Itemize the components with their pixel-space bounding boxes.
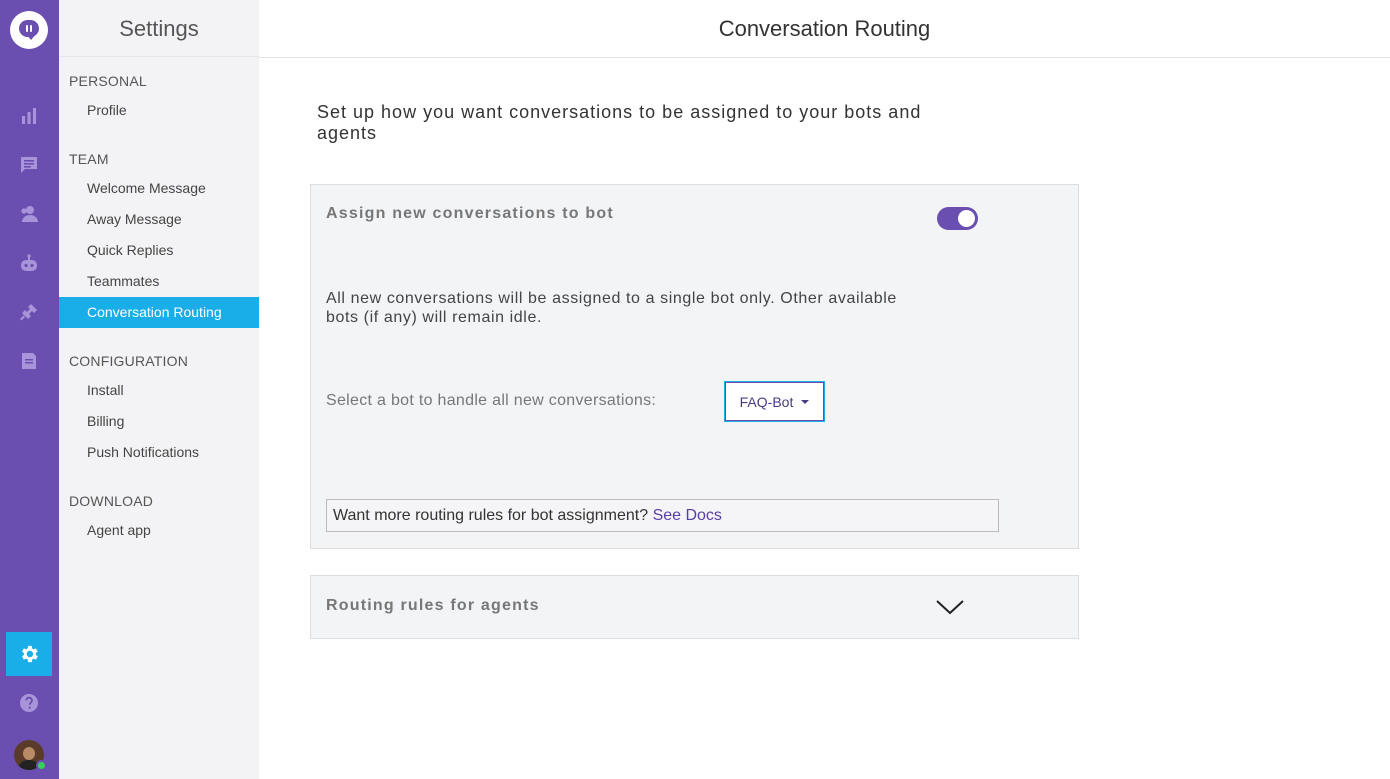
bot-icon[interactable] [17, 252, 41, 276]
sidebar-item-quick-replies[interactable]: Quick Replies [59, 235, 259, 266]
section-heading-personal: PERSONAL [69, 73, 147, 89]
sidebar-item-conversation-routing[interactable]: Conversation Routing [59, 297, 259, 328]
sidebar-item-teammates[interactable]: Teammates [59, 266, 259, 297]
users-icon[interactable] [17, 202, 41, 226]
intro-text: Set up how you want conversations to be … [317, 102, 922, 143]
sidebar-item-install[interactable]: Install [59, 375, 259, 406]
logo-icon[interactable] [10, 11, 48, 49]
docs-icon[interactable] [17, 349, 41, 373]
agent-routing-title: Routing rules for agents [326, 597, 540, 614]
assign-to-bot-toggle[interactable] [937, 207, 978, 230]
section-heading-download: DOWNLOAD [69, 493, 154, 509]
docs-callout-text: Want more routing rules for bot assignme… [333, 507, 653, 524]
section-heading-configuration: CONFIGURATION [69, 353, 189, 369]
sidebar-item-billing[interactable]: Billing [59, 406, 259, 437]
toggle-knob [958, 210, 975, 227]
analytics-icon[interactable] [17, 104, 41, 128]
sidebar-item-welcome-message[interactable]: Welcome Message [59, 173, 259, 204]
integrations-icon[interactable] [17, 300, 41, 324]
app-rail [0, 0, 59, 779]
bot-select-dropdown[interactable]: FAQ-Bot [724, 381, 825, 422]
settings-icon[interactable] [6, 632, 52, 676]
bot-select-value: FAQ-Bot [739, 393, 794, 410]
see-docs-link[interactable]: See Docs [653, 507, 722, 524]
online-status-badge [36, 760, 47, 771]
help-icon[interactable] [17, 691, 41, 715]
settings-sidebar: Settings PERSONAL Profile TEAM Welcome M… [59, 0, 259, 779]
bot-routing-title: Assign new conversations to bot [326, 205, 614, 222]
sidebar-item-profile[interactable]: Profile [59, 95, 259, 126]
docs-callout: Want more routing rules for bot assignme… [326, 499, 999, 532]
caret-down-icon [801, 399, 810, 404]
conversations-icon[interactable] [17, 153, 41, 177]
page-title: Conversation Routing [718, 16, 931, 41]
bot-routing-card: Assign new conversations to bot All new … [310, 184, 1079, 549]
sidebar-item-agent-app[interactable]: Agent app [59, 515, 259, 546]
sidebar-item-away-message[interactable]: Away Message [59, 204, 259, 235]
agent-routing-card[interactable]: Routing rules for agents [310, 575, 1079, 639]
sidebar-item-push-notifications[interactable]: Push Notifications [59, 437, 259, 468]
section-heading-team: TEAM [69, 151, 109, 167]
chevron-down-icon[interactable] [935, 596, 965, 616]
bot-select-label: Select a bot to handle all new conversat… [326, 392, 657, 409]
page-header: Conversation Routing [259, 0, 1390, 58]
bot-routing-description: All new conversations will be assigned t… [326, 290, 897, 326]
sidebar-title: Settings [59, 0, 259, 57]
